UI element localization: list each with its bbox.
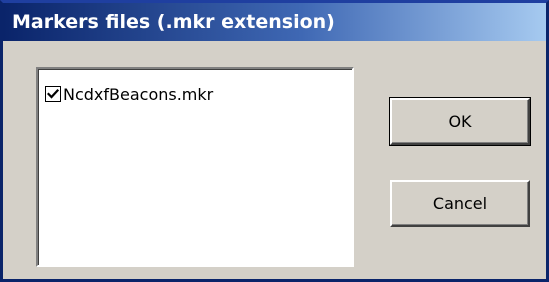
- cancel-button[interactable]: Cancel: [390, 180, 530, 227]
- checkbox[interactable]: [45, 86, 61, 102]
- list-item[interactable]: NcdxfBeacons.mkr: [45, 83, 213, 105]
- list-item-label: NcdxfBeacons.mkr: [63, 84, 214, 104]
- window-title: Markers files (.mkr extension): [12, 11, 335, 33]
- markers-dialog: Markers files (.mkr extension) NcdxfBeac…: [0, 0, 549, 282]
- checkmark-icon: [47, 88, 59, 99]
- ok-button[interactable]: OK: [389, 97, 531, 146]
- title-bar[interactable]: Markers files (.mkr extension): [3, 3, 546, 41]
- markers-file-list[interactable]: NcdxfBeacons.mkr: [36, 67, 354, 267]
